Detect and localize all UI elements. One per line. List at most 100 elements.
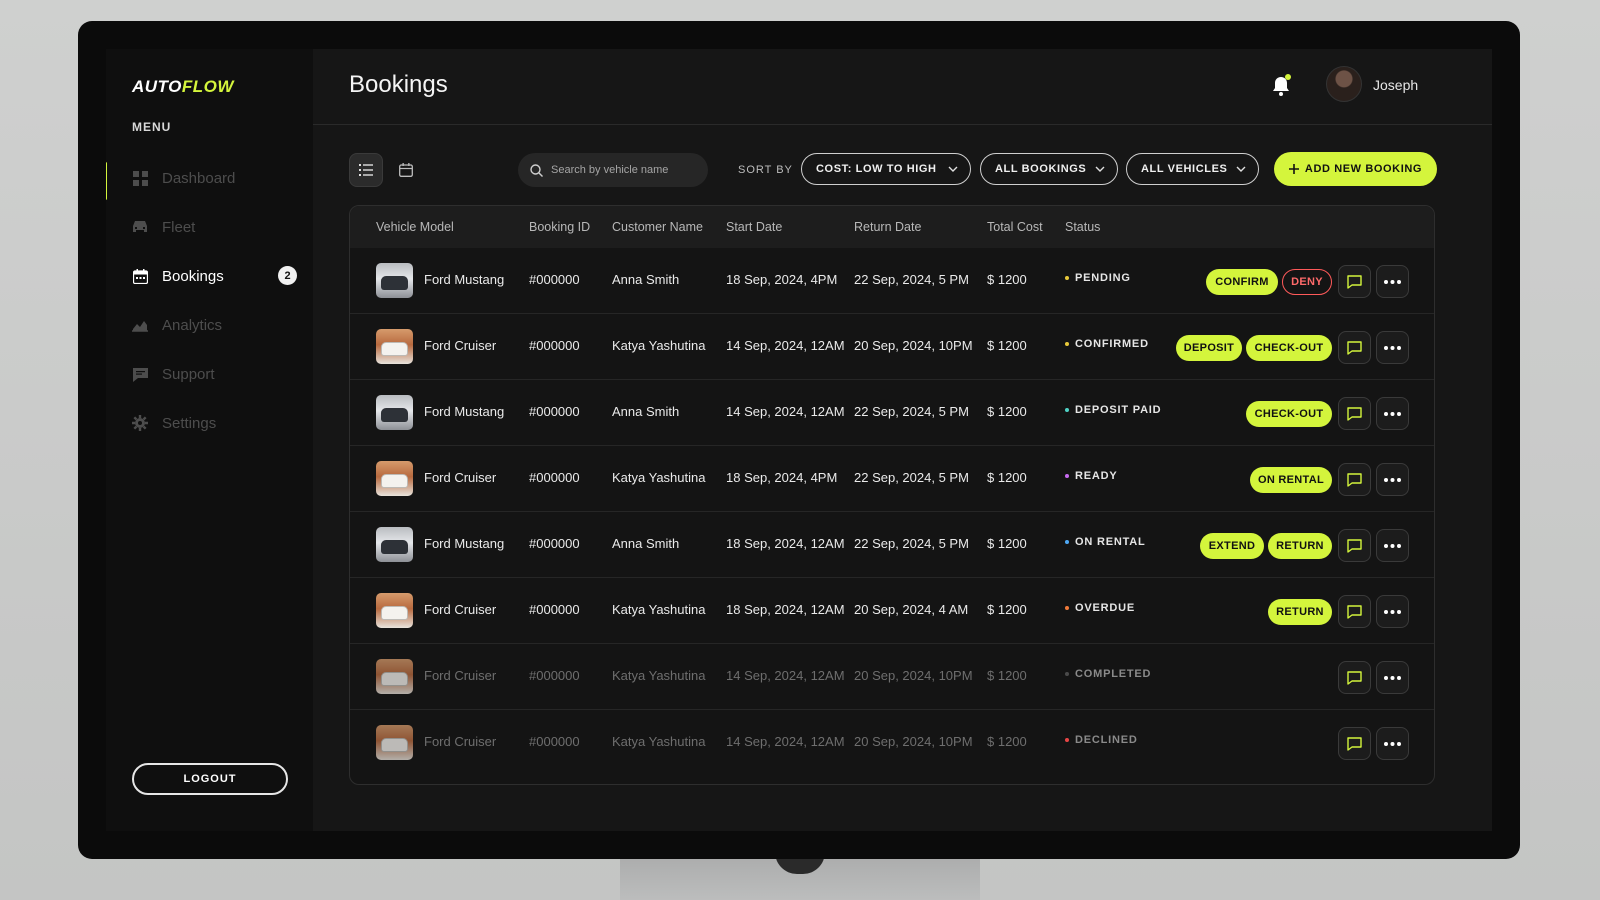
return-date-cell: 20 Sep, 2024, 10PM bbox=[854, 668, 973, 683]
more-icon bbox=[1384, 345, 1401, 350]
vehicles-filter-value: ALL VEHICLES bbox=[1141, 163, 1228, 175]
customer-name-cell: Katya Yashutina bbox=[612, 734, 706, 749]
list-view-button[interactable] bbox=[349, 153, 383, 187]
add-new-booking-label: ADD NEW BOOKING bbox=[1304, 163, 1423, 175]
car-shape bbox=[381, 738, 408, 752]
return-date-cell: 22 Sep, 2024, 5 PM bbox=[854, 272, 969, 287]
message-button[interactable] bbox=[1338, 661, 1371, 694]
table-row: Ford Cruiser #000000 Katya Yashutina 18 Sep… bbox=[350, 446, 1434, 512]
car-shape bbox=[381, 408, 408, 422]
deny-button[interactable]: DENY bbox=[1282, 269, 1332, 295]
vehicle-thumbnail bbox=[376, 395, 413, 430]
table-row: Ford Cruiser #000000 Katya Yashutina 14 Sep… bbox=[350, 710, 1434, 776]
more-options-button[interactable] bbox=[1376, 397, 1409, 430]
status-text: DEPOSIT PAID bbox=[1075, 404, 1162, 416]
start-date-cell: 18 Sep, 2024, 4PM bbox=[726, 470, 838, 485]
status-text: READY bbox=[1075, 470, 1118, 482]
more-icon bbox=[1384, 675, 1401, 680]
customer-name-cell: Katya Yashutina bbox=[612, 470, 706, 485]
bookings-filter-value: ALL BOOKINGS bbox=[995, 163, 1087, 175]
total-cost-cell: $ 1200 bbox=[987, 338, 1027, 353]
status-badge: OVERDUE bbox=[1065, 602, 1135, 614]
more-options-button[interactable] bbox=[1376, 661, 1409, 694]
column-header: Booking ID bbox=[529, 220, 591, 234]
calendar-view-button[interactable] bbox=[389, 153, 423, 187]
more-options-button[interactable] bbox=[1376, 331, 1409, 364]
car-shape bbox=[381, 606, 408, 620]
car-shape bbox=[381, 672, 408, 686]
sort-dropdown-value: COST: LOW TO HIGH bbox=[816, 163, 937, 175]
message-icon bbox=[1347, 406, 1362, 421]
vehicle-thumbnail bbox=[376, 329, 413, 364]
message-button[interactable] bbox=[1338, 397, 1371, 430]
customer-name-cell: Katya Yashutina bbox=[612, 338, 706, 353]
status-badge: DECLINED bbox=[1065, 734, 1138, 746]
message-button[interactable] bbox=[1338, 265, 1371, 298]
status-dot bbox=[1065, 342, 1069, 346]
status-text: OVERDUE bbox=[1075, 602, 1135, 614]
bookings-filter-dropdown[interactable]: ALL BOOKINGS bbox=[980, 153, 1118, 185]
status-dot bbox=[1065, 738, 1069, 742]
status-dot bbox=[1065, 408, 1069, 412]
message-icon bbox=[1347, 472, 1362, 487]
more-icon bbox=[1384, 543, 1401, 548]
vehicle-model-cell: Ford Mustang bbox=[424, 404, 505, 419]
check-out-button[interactable]: CHECK-OUT bbox=[1246, 401, 1332, 427]
total-cost-cell: $ 1200 bbox=[987, 470, 1027, 485]
message-button[interactable] bbox=[1338, 463, 1371, 496]
table-header: Vehicle Model Booking ID Customer Name S… bbox=[350, 206, 1434, 248]
vehicle-thumbnail bbox=[376, 659, 413, 694]
column-header: Start Date bbox=[726, 220, 783, 234]
return-button[interactable]: RETURN bbox=[1268, 599, 1332, 625]
booking-id-cell: #000000 bbox=[529, 338, 580, 353]
start-date-cell: 18 Sep, 2024, 4PM bbox=[726, 272, 838, 287]
car-shape bbox=[381, 540, 408, 554]
return-date-cell: 22 Sep, 2024, 5 PM bbox=[854, 536, 969, 551]
message-button[interactable] bbox=[1338, 331, 1371, 364]
message-button[interactable] bbox=[1338, 727, 1371, 760]
customer-name-cell: Anna Smith bbox=[612, 272, 680, 287]
plus-icon bbox=[1288, 164, 1299, 174]
deposit-button[interactable]: DEPOSIT bbox=[1176, 335, 1242, 361]
message-icon bbox=[1347, 274, 1362, 289]
message-icon bbox=[1347, 736, 1362, 751]
vehicle-model-cell: Ford Cruiser bbox=[424, 602, 497, 617]
vehicles-filter-dropdown[interactable]: ALL VEHICLES bbox=[1126, 153, 1259, 185]
more-options-button[interactable] bbox=[1376, 529, 1409, 562]
search-input[interactable] bbox=[551, 164, 691, 176]
sort-dropdown[interactable]: COST: LOW TO HIGH bbox=[801, 153, 971, 185]
confirm-button[interactable]: CONFIRM bbox=[1206, 269, 1278, 295]
customer-name-cell: Katya Yashutina bbox=[612, 668, 706, 683]
more-icon bbox=[1384, 741, 1401, 746]
vehicle-model-cell: Ford Cruiser bbox=[424, 734, 497, 749]
chevron-down-icon bbox=[948, 166, 958, 172]
message-icon bbox=[1347, 604, 1362, 619]
return-date-cell: 20 Sep, 2024, 10PM bbox=[854, 338, 973, 353]
list-icon bbox=[359, 164, 373, 176]
return-date-cell: 20 Sep, 2024, 10PM bbox=[854, 734, 973, 749]
message-button[interactable] bbox=[1338, 529, 1371, 562]
more-options-button[interactable] bbox=[1376, 463, 1409, 496]
check-out-button[interactable]: CHECK-OUT bbox=[1246, 335, 1332, 361]
booking-id-cell: #000000 bbox=[529, 734, 580, 749]
more-options-button[interactable] bbox=[1376, 265, 1409, 298]
message-icon bbox=[1347, 340, 1362, 355]
column-header: Status bbox=[1065, 220, 1101, 234]
table-row: Ford Cruiser #000000 Katya Yashutina 14 Sep… bbox=[350, 314, 1434, 380]
return-button[interactable]: RETURN bbox=[1268, 533, 1332, 559]
column-header: Total Cost bbox=[987, 220, 1043, 234]
more-options-button[interactable] bbox=[1376, 727, 1409, 760]
customer-name-cell: Katya Yashutina bbox=[612, 602, 706, 617]
status-dot bbox=[1065, 540, 1069, 544]
message-button[interactable] bbox=[1338, 595, 1371, 628]
start-date-cell: 18 Sep, 2024, 12AM bbox=[726, 602, 845, 617]
booking-id-cell: #000000 bbox=[529, 668, 580, 683]
add-new-booking-button[interactable]: ADD NEW BOOKING bbox=[1274, 152, 1437, 186]
more-options-button[interactable] bbox=[1376, 595, 1409, 628]
car-shape bbox=[381, 276, 408, 290]
total-cost-cell: $ 1200 bbox=[987, 602, 1027, 617]
extend-button[interactable]: EXTEND bbox=[1200, 533, 1264, 559]
booking-id-cell: #000000 bbox=[529, 536, 580, 551]
on-rental-button[interactable]: ON RENTAL bbox=[1250, 467, 1332, 493]
total-cost-cell: $ 1200 bbox=[987, 404, 1027, 419]
